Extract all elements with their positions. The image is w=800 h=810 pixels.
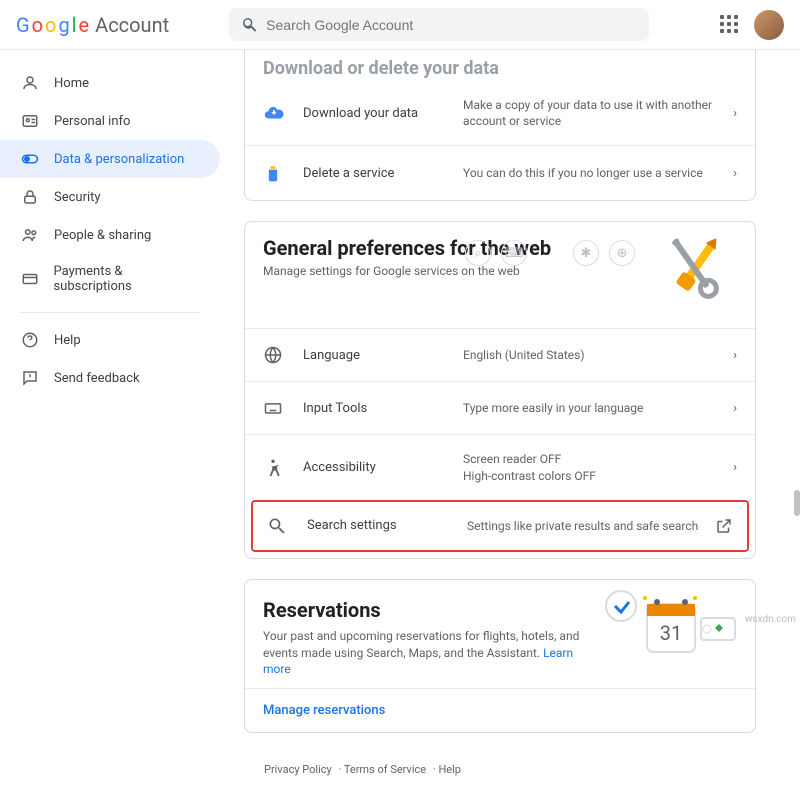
sidebar-item-help[interactable]: Help xyxy=(0,321,220,359)
accessibility-icon xyxy=(263,458,287,478)
sidebar-item-feedback[interactable]: Send feedback xyxy=(0,359,220,397)
cloud-download-icon xyxy=(263,102,287,124)
toggle-icon xyxy=(20,150,40,168)
sidebar-item-data-personalization[interactable]: Data & personalization xyxy=(0,140,220,178)
row-delete-service[interactable]: Delete a service You can do this if you … xyxy=(245,145,755,200)
globe-icon xyxy=(263,345,287,365)
chevron-right-icon: › xyxy=(733,460,737,475)
row-language[interactable]: Language English (United States) › xyxy=(245,328,755,381)
sidebar-item-security[interactable]: Security xyxy=(0,178,220,216)
help-link[interactable]: Help xyxy=(438,763,461,776)
terms-link[interactable]: Terms of Service xyxy=(344,763,426,776)
scrollbar-thumb[interactable] xyxy=(794,490,800,516)
manage-reservations-link[interactable]: Manage reservations xyxy=(245,688,755,732)
external-link-icon xyxy=(715,517,733,535)
chevron-right-icon: › xyxy=(733,166,737,181)
keyboard-icon xyxy=(263,398,287,418)
circle-accessibility-icon: ✱ xyxy=(573,240,599,266)
circle-globe-icon: ⊕ xyxy=(609,240,635,266)
people-icon xyxy=(20,226,40,244)
feedback-icon xyxy=(20,369,40,387)
card-title: Download or delete your data xyxy=(245,50,755,81)
svg-text:31: 31 xyxy=(660,621,682,645)
search-icon xyxy=(267,516,291,536)
row-download-data[interactable]: Download your data Make a copy of your d… xyxy=(245,81,755,145)
reservations-illustration: 31 xyxy=(595,584,745,662)
download-delete-card: Download or delete your data Download yo… xyxy=(244,50,756,201)
search-icon xyxy=(241,16,258,33)
main-content: Download or delete your data Download yo… xyxy=(220,50,780,810)
card-icon xyxy=(20,270,39,288)
tools-illustration xyxy=(651,230,741,308)
row-search-settings[interactable]: Search settings Settings like private re… xyxy=(253,502,747,550)
row-accessibility[interactable]: Accessibility Screen reader OFF High-con… xyxy=(245,434,755,499)
lock-icon xyxy=(20,188,40,206)
search-settings-highlight: Search settings Settings like private re… xyxy=(251,500,749,552)
sidebar: Home Personal info Data & personalizatio… xyxy=(0,50,220,810)
google-logo: Google Account xyxy=(16,13,169,37)
user-avatar[interactable] xyxy=(754,10,784,40)
search-input[interactable] xyxy=(266,17,637,33)
general-preferences-card: General preferences for the web Manage s… xyxy=(244,221,756,558)
chevron-right-icon: › xyxy=(733,348,737,363)
app-header: Google Account xyxy=(0,0,800,50)
reservations-card: Reservations Your past and upcoming rese… xyxy=(244,579,756,733)
row-input-tools[interactable]: Input Tools Type more easily in your lan… xyxy=(245,381,755,434)
help-icon xyxy=(20,331,40,349)
home-icon xyxy=(20,74,40,92)
trash-icon xyxy=(263,162,287,184)
circle-search-icon: ⌕ xyxy=(465,240,491,266)
sidebar-item-home[interactable]: Home xyxy=(0,64,220,102)
apps-icon[interactable] xyxy=(720,15,740,35)
sidebar-item-people-sharing[interactable]: People & sharing xyxy=(0,216,220,254)
chevron-right-icon: › xyxy=(733,106,737,121)
sidebar-item-payments[interactable]: Payments & subscriptions xyxy=(0,254,220,304)
id-card-icon xyxy=(20,112,40,130)
decorative-circles: ⌕ ⌨ ✱ ⊕ xyxy=(465,240,635,266)
circle-keyboard-icon: ⌨ xyxy=(501,240,527,266)
account-label: Account xyxy=(95,13,169,37)
card-body: Your past and upcoming reservations for … xyxy=(263,629,579,660)
header-actions xyxy=(720,10,784,40)
privacy-link[interactable]: Privacy Policy xyxy=(264,763,332,776)
sidebar-divider xyxy=(20,312,200,313)
search-bar[interactable] xyxy=(229,8,649,41)
chevron-right-icon: › xyxy=(733,401,737,416)
sidebar-item-personal-info[interactable]: Personal info xyxy=(0,102,220,140)
footer: Privacy Policy · Terms of Service · Help xyxy=(244,753,756,786)
watermark: wsxdn.com xyxy=(745,614,796,625)
